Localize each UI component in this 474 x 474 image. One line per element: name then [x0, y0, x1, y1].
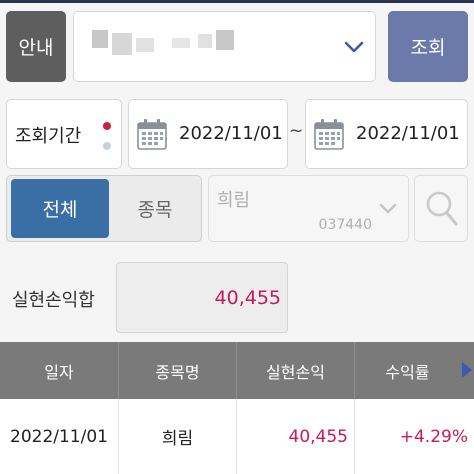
row-realized-pnl: 40,455: [236, 399, 354, 474]
period-indicator-active: [103, 122, 111, 130]
stock-name: 희림: [217, 190, 251, 211]
masked-account-number: [112, 33, 132, 55]
account-select[interactable]: [73, 11, 376, 82]
chevron-down-icon: [344, 41, 364, 53]
end-date-text: 2022/11/01: [356, 123, 460, 144]
scroll-right-arrow-icon[interactable]: [462, 362, 472, 378]
total-realized-pnl-box: 40,455: [116, 262, 288, 333]
column-header-return-rate: 수익률: [354, 342, 474, 399]
calendar-icon: [314, 119, 344, 150]
date-range-separator: ~: [289, 121, 304, 141]
top-bar-line: [0, 0, 474, 3]
search-icon: [426, 191, 458, 226]
stock-code: 037440: [318, 217, 372, 233]
total-realized-pnl-label: 실현손익합: [12, 290, 95, 311]
row-return-rate: +4.29%: [354, 399, 474, 474]
period-selector[interactable]: 조회기간: [6, 99, 122, 169]
total-realized-pnl-value: 40,455: [214, 287, 281, 309]
column-header-realized-pnl: 실현손익: [236, 342, 354, 399]
masked-account-number: [172, 38, 190, 48]
end-date-field[interactable]: 2022/11/01: [305, 99, 468, 169]
table-row[interactable]: 2022/11/01 희림 40,455 +4.29%: [0, 399, 474, 474]
tab-stock[interactable]: 종목: [111, 179, 199, 238]
masked-account-number: [198, 34, 212, 48]
row-stock-name: 희림: [118, 399, 236, 474]
chevron-down-icon: [379, 203, 397, 214]
tab-all[interactable]: 전체: [11, 179, 109, 238]
column-header-stock-name: 종목명: [118, 342, 236, 399]
notice-button[interactable]: 안내: [6, 11, 66, 82]
start-date-field[interactable]: 2022/11/01: [128, 99, 288, 169]
stock-search-button[interactable]: [414, 175, 468, 242]
start-date-text: 2022/11/01: [179, 123, 283, 144]
column-header-date: 일자: [44, 362, 74, 382]
search-button[interactable]: 조회: [388, 11, 468, 82]
calendar-icon: [137, 119, 167, 150]
view-segment-control: 전체 종목: [6, 175, 202, 242]
period-label: 조회기간: [15, 126, 82, 147]
masked-account-number: [136, 38, 154, 52]
stock-select[interactable]: 희림 037440: [208, 175, 409, 242]
table-header: 일자 종목명 실현손익 수익률: [0, 342, 474, 399]
row-date: 2022/11/01: [10, 426, 108, 447]
masked-account-number: [216, 30, 234, 50]
masked-account-number: [92, 30, 108, 48]
period-indicator-inactive: [103, 142, 111, 150]
